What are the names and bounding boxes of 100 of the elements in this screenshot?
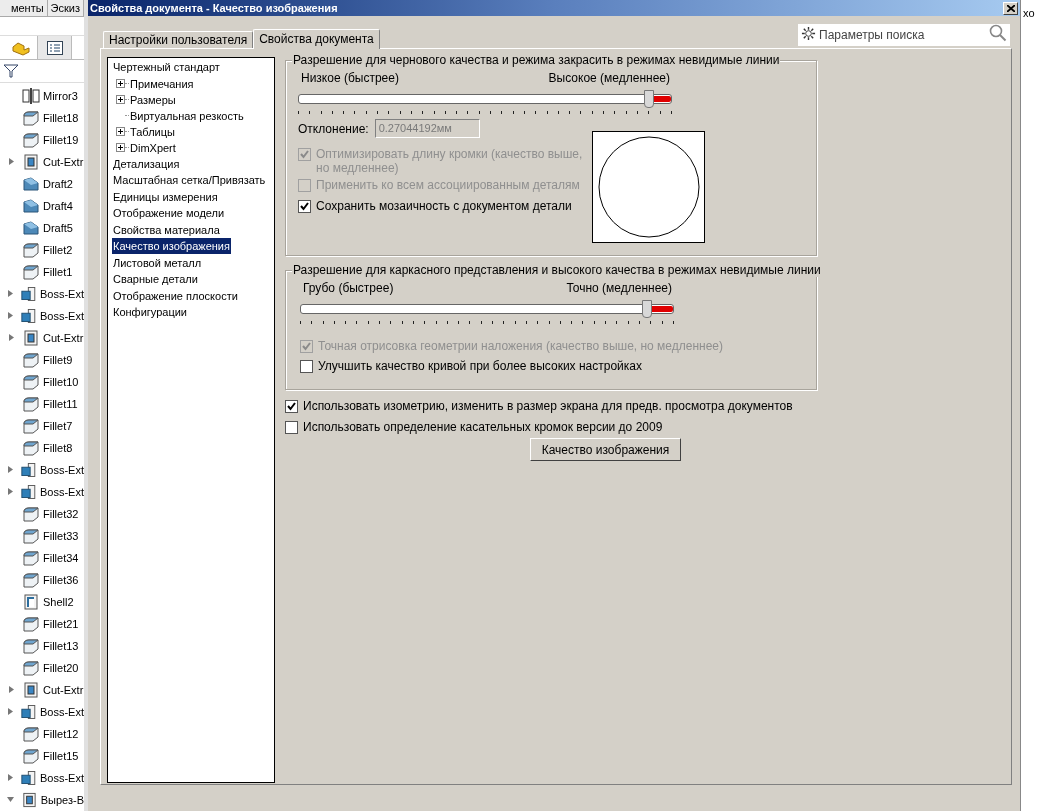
tree-item[interactable]: Детализация [112,155,181,172]
feature-item[interactable]: Draft5 [43,219,73,237]
fillet-icon [22,659,40,677]
tree-item[interactable]: Единицы измерения [112,188,219,205]
tree-item[interactable]: Качество изображения [112,238,231,254]
tree-item[interactable]: Примечания [129,75,195,92]
tree-item[interactable]: Таблицы [129,123,176,140]
tree-item[interactable]: Сварные детали [112,271,199,287]
fillet-icon [22,505,40,523]
collapse-arrow-icon[interactable] [6,797,14,803]
feature-item[interactable]: Boss-Ext [40,483,84,501]
tree-item[interactable]: Размеры [129,91,177,108]
feature-item[interactable]: Fillet8 [43,439,73,457]
feature-item[interactable]: Fillet11 [43,395,78,413]
feature-item[interactable]: Fillet21 [43,615,79,633]
feature-item[interactable]: Fillet10 [43,373,79,391]
close-icon [1006,4,1015,12]
feature-item[interactable]: Shell2 [43,593,74,611]
expand-icon[interactable] [116,79,125,88]
feature-item[interactable]: Вырез-В [40,791,84,809]
feature-item[interactable]: Mirror3 [43,87,78,105]
expand-arrow-icon[interactable] [7,290,13,298]
shell-icon [22,593,40,611]
feature-item[interactable]: Fillet36 [43,571,79,589]
feature-item[interactable]: Fillet34 [43,549,79,567]
expand-arrow-icon[interactable] [7,466,13,474]
feature-item[interactable]: Fillet15 [43,747,79,765]
tree-item[interactable]: DimXpert [129,139,177,156]
feature-item[interactable]: Fillet1 [43,263,73,281]
feature-item[interactable]: Fillet7 [43,417,73,435]
checkbox-label: Сохранить мозаичность с документом детали [316,199,572,213]
feature-item[interactable]: Boss-Ext [40,285,84,303]
feature-item[interactable]: Fillet18 [43,109,79,127]
slider-thumb[interactable] [641,300,652,318]
checkbox-label: Оптимизировать длину кромки (качество выше, но медленнее) [316,147,584,175]
command-tab[interactable]: менты [0,0,48,16]
image-quality-button[interactable]: Качество изображения [530,438,681,461]
fillet-icon [22,549,40,567]
filter-icon[interactable] [3,63,19,80]
tree-item[interactable]: Отображение модели [112,205,226,221]
expand-icon[interactable] [116,95,125,104]
command-tab[interactable]: Эскиз [47,0,84,16]
feature-item[interactable]: Cut-Extr [43,153,84,171]
checkmark-icon [300,150,309,159]
feature-item[interactable]: Boss-Ext [40,703,84,721]
expand-arrow-icon[interactable] [8,158,14,166]
checkbox[interactable] [285,421,298,434]
feature-item[interactable]: Fillet13 [43,637,79,655]
tree-item[interactable]: Конфигурации [112,304,188,320]
feature-item[interactable]: Fillet33 [43,527,79,545]
checkbox[interactable] [300,360,313,373]
expand-arrow-icon[interactable] [7,488,13,496]
fillet-icon [22,439,40,457]
feature-item[interactable]: Fillet19 [43,131,79,149]
feature-item[interactable]: Fillet12 [43,725,79,743]
checkbox[interactable] [298,200,311,213]
expand-arrow-icon[interactable] [7,708,13,716]
boss-extrude-icon [20,703,37,721]
tab[interactable]: Настройки пользователя [103,31,254,48]
search-field[interactable]: Параметры поиска [798,24,1010,46]
close-button[interactable] [1003,1,1018,15]
feature-item[interactable]: Cut-Extr [43,681,84,699]
fillet-icon [22,263,40,281]
tree-item[interactable]: Чертежный стандарт [112,59,221,75]
fillet-icon [22,351,40,369]
tree-item[interactable]: Отображение плоскости [112,287,239,304]
draft-icon [22,219,40,237]
feature-item[interactable]: Boss-Ext [40,307,84,325]
fillet-icon [22,747,40,765]
expand-arrow-icon[interactable] [8,686,14,694]
feature-item[interactable]: Cut-Extr [43,329,84,347]
expand-arrow-icon[interactable] [7,312,13,320]
search-icon[interactable] [989,24,1007,42]
tree-item[interactable]: Листовой металл [112,254,203,271]
feature-item[interactable]: Draft2 [43,175,73,193]
tree-item[interactable]: Масштабная сетка/Привязать [112,172,267,188]
checkbox-label: Использовать определение касательных кромок версии до 2009 [303,420,663,434]
feature-item[interactable]: Fillet20 [43,659,79,677]
fillet-icon [22,109,40,127]
settings-icon[interactable] [801,26,816,41]
feature-item[interactable]: Draft4 [43,197,73,215]
fillet-icon [22,241,40,259]
fillet-icon [22,725,40,743]
checkbox[interactable] [285,400,298,413]
feature-item[interactable]: Fillet9 [43,351,73,369]
fillet-icon [22,637,40,655]
feature-item[interactable]: Boss-Ext [40,461,84,479]
expand-icon[interactable] [116,127,125,136]
tab[interactable]: Свойства документа [253,29,380,49]
feature-item[interactable]: Fillet32 [43,505,79,523]
expand-arrow-icon[interactable] [7,774,13,782]
slider-thumb[interactable] [643,90,654,108]
expand-arrow-icon[interactable] [8,334,14,342]
window-title: Свойства документа - Качество изображения [90,0,338,16]
feature-item[interactable]: Fillet2 [43,241,73,259]
expand-icon[interactable] [116,143,125,152]
tree-item[interactable]: Свойства материала [112,221,221,238]
tree-item[interactable]: Виртуальная резкость [129,107,245,124]
feature-item[interactable]: Boss-Ext [40,769,84,787]
panel-tab[interactable] [38,35,72,60]
